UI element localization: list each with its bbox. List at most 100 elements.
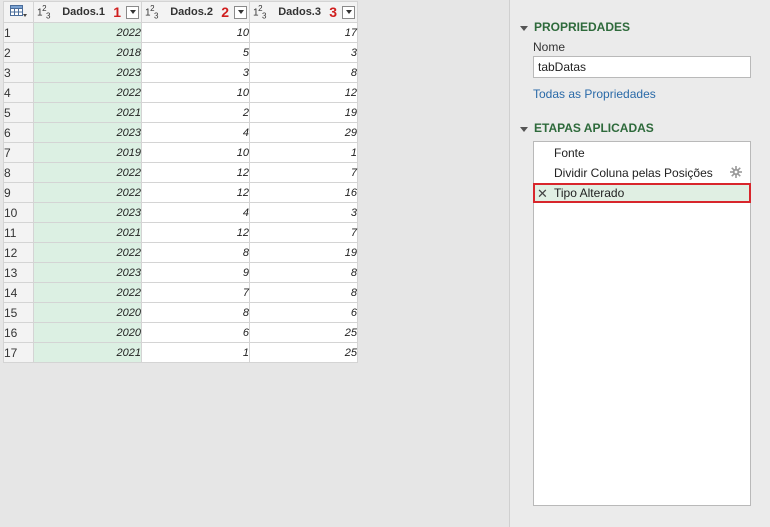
row-number[interactable]: 15 <box>3 302 34 323</box>
whole-number-type-icon[interactable]: 123 <box>253 4 266 20</box>
cell-dados-2[interactable]: 9 <box>141 262 250 283</box>
cell-dados-3[interactable]: 17 <box>249 22 358 43</box>
cell-dados-1[interactable]: 2023 <box>33 62 142 83</box>
cell-dados-2[interactable]: 10 <box>141 22 250 43</box>
row-number[interactable]: 11 <box>3 222 34 243</box>
cell-dados-2[interactable]: 5 <box>141 42 250 63</box>
table-row[interactable]: 11 2021 12 7 <box>3 222 358 243</box>
row-number[interactable]: 7 <box>3 142 34 163</box>
cell-dados-3[interactable]: 1 <box>249 142 358 163</box>
query-name-input[interactable] <box>533 56 751 78</box>
cell-dados-3[interactable]: 3 <box>249 42 358 63</box>
table-row[interactable]: 6 2023 4 29 <box>3 122 358 143</box>
cell-dados-1[interactable]: 2022 <box>33 282 142 303</box>
row-number[interactable]: 8 <box>3 162 34 183</box>
cell-dados-1[interactable]: 2018 <box>33 42 142 63</box>
table-row[interactable]: 2 2018 5 3 <box>3 42 358 63</box>
column-header-dados-3[interactable]: 123 Dados.3 3 <box>249 1 358 23</box>
cell-dados-2[interactable]: 1 <box>141 342 250 363</box>
cell-dados-2[interactable]: 12 <box>141 182 250 203</box>
column-filter-dropdown[interactable] <box>126 5 139 19</box>
table-row[interactable]: 17 2021 1 25 <box>3 342 358 363</box>
table-row[interactable]: 9 2022 12 16 <box>3 182 358 203</box>
column-header-dados-2[interactable]: 123 Dados.2 2 <box>141 1 250 23</box>
collapse-triangle-icon[interactable] <box>520 126 528 132</box>
cell-dados-3[interactable]: 8 <box>249 282 358 303</box>
cell-dados-3[interactable]: 25 <box>249 322 358 343</box>
cell-dados-3[interactable]: 16 <box>249 182 358 203</box>
table-row[interactable]: 14 2022 7 8 <box>3 282 358 303</box>
cell-dados-3[interactable]: 8 <box>249 262 358 283</box>
cell-dados-1[interactable]: 2023 <box>33 202 142 223</box>
table-row[interactable]: 16 2020 6 25 <box>3 322 358 343</box>
cell-dados-2[interactable]: 3 <box>141 62 250 83</box>
cell-dados-1[interactable]: 2022 <box>33 22 142 43</box>
cell-dados-1[interactable]: 2020 <box>33 322 142 343</box>
cell-dados-1[interactable]: 2021 <box>33 102 142 123</box>
cell-dados-1[interactable]: 2022 <box>33 162 142 183</box>
column-filter-dropdown[interactable] <box>234 5 247 19</box>
cell-dados-2[interactable]: 10 <box>141 142 250 163</box>
cell-dados-1[interactable]: 2023 <box>33 262 142 283</box>
row-number[interactable]: 14 <box>3 282 34 303</box>
row-number[interactable]: 1 <box>3 22 34 43</box>
cell-dados-2[interactable]: 7 <box>141 282 250 303</box>
table-corner-menu[interactable] <box>3 1 34 23</box>
row-number[interactable]: 6 <box>3 122 34 143</box>
table-row[interactable]: 12 2022 8 19 <box>3 242 358 263</box>
cell-dados-1[interactable]: 2023 <box>33 122 142 143</box>
table-row[interactable]: 3 2023 3 8 <box>3 62 358 83</box>
step-fonte[interactable]: Fonte <box>534 143 750 163</box>
row-number[interactable]: 13 <box>3 262 34 283</box>
cell-dados-2[interactable]: 2 <box>141 102 250 123</box>
table-row[interactable]: 8 2022 12 7 <box>3 162 358 183</box>
cell-dados-3[interactable]: 19 <box>249 102 358 123</box>
properties-section-header[interactable]: PROPRIEDADES <box>520 20 630 34</box>
row-number[interactable]: 16 <box>3 322 34 343</box>
whole-number-type-icon[interactable]: 123 <box>145 4 158 20</box>
cell-dados-3[interactable]: 12 <box>249 82 358 103</box>
cell-dados-2[interactable]: 12 <box>141 222 250 243</box>
row-number[interactable]: 12 <box>3 242 34 263</box>
cell-dados-3[interactable]: 7 <box>249 222 358 243</box>
cell-dados-1[interactable]: 2022 <box>33 242 142 263</box>
all-properties-link[interactable]: Todas as Propriedades <box>533 87 656 101</box>
collapse-triangle-icon[interactable] <box>520 25 528 31</box>
table-row[interactable]: 13 2023 9 8 <box>3 262 358 283</box>
column-header-dados-1[interactable]: 123 Dados.1 1 <box>33 1 142 23</box>
cell-dados-1[interactable]: 2021 <box>33 342 142 363</box>
cell-dados-1[interactable]: 2022 <box>33 82 142 103</box>
table-row[interactable]: 4 2022 10 12 <box>3 82 358 103</box>
cell-dados-3[interactable]: 7 <box>249 162 358 183</box>
step-tipo-alterado[interactable]: ✕ Tipo Alterado <box>533 183 751 203</box>
table-row[interactable]: 1 2022 10 17 <box>3 22 358 43</box>
row-number[interactable]: 4 <box>3 82 34 103</box>
cell-dados-2[interactable]: 12 <box>141 162 250 183</box>
column-filter-dropdown[interactable] <box>342 5 355 19</box>
table-menu-icon[interactable] <box>9 4 28 18</box>
table-row[interactable]: 5 2021 2 19 <box>3 102 358 123</box>
cell-dados-2[interactable]: 4 <box>141 122 250 143</box>
cell-dados-3[interactable]: 29 <box>249 122 358 143</box>
cell-dados-1[interactable]: 2019 <box>33 142 142 163</box>
cell-dados-3[interactable]: 8 <box>249 62 358 83</box>
row-number[interactable]: 9 <box>3 182 34 203</box>
row-number[interactable]: 2 <box>3 42 34 63</box>
cell-dados-2[interactable]: 4 <box>141 202 250 223</box>
cell-dados-2[interactable]: 8 <box>141 302 250 323</box>
cell-dados-2[interactable]: 8 <box>141 242 250 263</box>
table-row[interactable]: 10 2023 4 3 <box>3 202 358 223</box>
table-row[interactable]: 15 2020 8 6 <box>3 302 358 323</box>
step-dividir-coluna[interactable]: Dividir Coluna pelas Posições <box>534 163 750 183</box>
cell-dados-2[interactable]: 6 <box>141 322 250 343</box>
row-number[interactable]: 17 <box>3 342 34 363</box>
cell-dados-3[interactable]: 25 <box>249 342 358 363</box>
cell-dados-1[interactable]: 2021 <box>33 222 142 243</box>
row-number[interactable]: 5 <box>3 102 34 123</box>
cell-dados-1[interactable]: 2022 <box>33 182 142 203</box>
row-number[interactable]: 3 <box>3 62 34 83</box>
cell-dados-3[interactable]: 19 <box>249 242 358 263</box>
delete-step-icon[interactable]: ✕ <box>537 186 548 202</box>
gear-icon[interactable] <box>730 166 742 181</box>
cell-dados-3[interactable]: 3 <box>249 202 358 223</box>
